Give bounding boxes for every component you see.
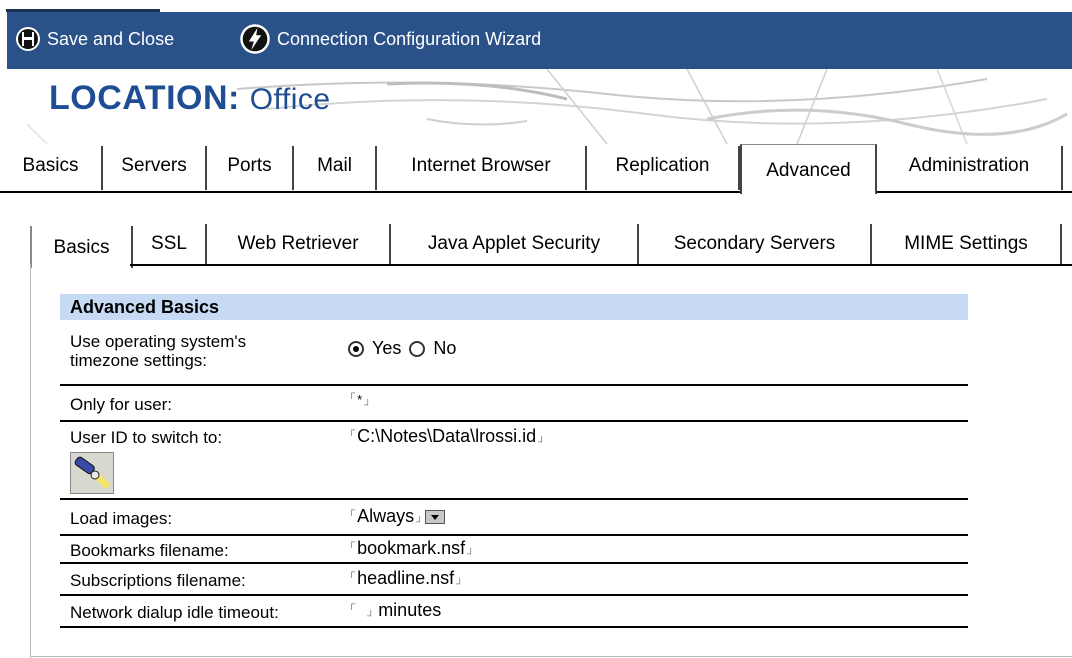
subtab-basics[interactable]: Basics bbox=[30, 226, 133, 268]
timezone-label-line1: Use operating system's bbox=[70, 332, 247, 351]
save-and-close-button[interactable]: Save and Close bbox=[15, 26, 174, 52]
user-id-label: User ID to switch to: bbox=[70, 428, 223, 447]
tab-ports[interactable]: Ports bbox=[207, 146, 294, 190]
subtab-java-applet-security[interactable]: Java Applet Security bbox=[391, 224, 639, 264]
dialup-timeout-unit: minutes bbox=[378, 600, 442, 620]
field-bracket-left: ┌ bbox=[348, 537, 356, 548]
only-for-user-row: Only for user: ┌ * ┘ bbox=[60, 386, 968, 422]
tab-replication[interactable]: Replication bbox=[587, 146, 740, 190]
content-left-border bbox=[30, 264, 31, 658]
subtab-ssl[interactable]: SSL bbox=[133, 224, 207, 264]
dialup-timeout-label: Network dialup idle timeout: bbox=[70, 603, 279, 622]
tab-administration[interactable]: Administration bbox=[877, 146, 1063, 190]
tab-mail[interactable]: Mail bbox=[294, 146, 377, 190]
chevron-down-icon[interactable] bbox=[425, 509, 446, 524]
subscriptions-row: Subscriptions filename: ┌ headline.nsf ┘ bbox=[60, 564, 968, 596]
dialup-timeout-field[interactable]: ┌ ┘ minutes bbox=[348, 599, 442, 622]
subtab-web-retriever[interactable]: Web Retriever bbox=[207, 224, 391, 264]
connection-wizard-button[interactable]: Connection Configuration Wizard bbox=[239, 24, 542, 54]
tab-internet-browser[interactable]: Internet Browser bbox=[377, 146, 587, 190]
bookmarks-label: Bookmarks filename: bbox=[70, 541, 229, 560]
content-bottom-border bbox=[30, 656, 1072, 657]
user-id-field[interactable]: ┌ C:\Notes\Data\lrossi.id ┘ bbox=[348, 425, 546, 448]
load-images-value[interactable]: Always bbox=[357, 506, 414, 527]
field-bracket-right: ┘ bbox=[367, 611, 375, 622]
user-id-value[interactable]: C:\Notes\Data\lrossi.id bbox=[357, 426, 536, 447]
dialup-timeout-row: Network dialup idle timeout: ┌ ┘ minutes bbox=[60, 596, 968, 628]
user-id-row: User ID to switch to: ┌ C:\Notes\Data\lr… bbox=[60, 422, 968, 500]
only-for-user-field[interactable]: ┌ * ┘ bbox=[348, 388, 371, 411]
tab-servers[interactable]: Servers bbox=[103, 146, 207, 190]
only-for-user-value[interactable]: * bbox=[357, 392, 362, 407]
field-bracket-right: ┘ bbox=[538, 437, 546, 448]
connection-wizard-label: Connection Configuration Wizard bbox=[277, 28, 542, 49]
load-images-row: Load images: ┌ Always ┘ bbox=[60, 500, 968, 536]
page-title: LOCATION: Office bbox=[49, 79, 331, 118]
timezone-options: Yes No bbox=[348, 338, 456, 359]
field-bracket-right: ┘ bbox=[467, 549, 475, 560]
subscriptions-label: Subscriptions filename: bbox=[70, 571, 246, 590]
section-header: Advanced Basics bbox=[60, 294, 968, 320]
field-bracket-left: ┌ bbox=[348, 599, 356, 610]
bookmarks-row: Bookmarks filename: ┌ bookmark.nsf ┘ bbox=[60, 536, 968, 564]
field-bracket-right: ┘ bbox=[416, 517, 424, 528]
lightning-bolt-icon bbox=[240, 24, 270, 54]
location-banner: LOCATION: Office bbox=[7, 69, 1072, 144]
subtab-secondary-servers[interactable]: Secondary Servers bbox=[639, 224, 872, 264]
subscriptions-field[interactable]: ┌ headline.nsf ┘ bbox=[348, 567, 464, 590]
location-title-separator: : bbox=[228, 79, 240, 117]
tab-advanced[interactable]: Advanced bbox=[740, 144, 877, 194]
load-images-label: Load images: bbox=[70, 509, 173, 528]
timezone-no-radio[interactable] bbox=[409, 340, 426, 357]
field-bracket-left: ┌ bbox=[348, 425, 356, 436]
save-and-close-label: Save and Close bbox=[47, 28, 175, 49]
field-bracket-left: ┌ bbox=[348, 505, 356, 516]
timezone-label: Use operating system's timezone settings… bbox=[70, 332, 246, 370]
field-bracket-left: ┌ bbox=[348, 388, 356, 399]
timezone-row: Use operating system's timezone settings… bbox=[60, 322, 968, 386]
location-title-prefix: LOCATION bbox=[49, 79, 229, 117]
main-tab-row: Basics Servers Ports Mail Internet Brows… bbox=[0, 144, 1072, 194]
field-bracket-right: ┘ bbox=[456, 579, 464, 590]
sub-tab-row: Basics SSL Web Retriever Java Applet Sec… bbox=[30, 220, 1072, 268]
load-images-field[interactable]: ┌ Always ┘ bbox=[348, 505, 446, 528]
action-bar: Save and Close Connection Configuration … bbox=[7, 12, 1072, 69]
field-bracket-left: ┌ bbox=[348, 567, 356, 578]
tab-basics[interactable]: Basics bbox=[0, 146, 103, 190]
timezone-yes-radio[interactable] bbox=[348, 340, 364, 357]
location-title-value: Office bbox=[249, 83, 331, 116]
flashlight-icon[interactable] bbox=[70, 452, 114, 494]
sub-tab-divider bbox=[130, 264, 1072, 266]
timezone-yes-label: Yes bbox=[372, 338, 402, 358]
subscriptions-value[interactable]: headline.nsf bbox=[357, 568, 454, 589]
timezone-label-line2: timezone settings: bbox=[70, 351, 208, 370]
timezone-no-label: No bbox=[433, 338, 457, 358]
only-for-user-label: Only for user: bbox=[70, 395, 173, 414]
field-bracket-right: ┘ bbox=[364, 400, 372, 411]
floppy-disk-icon bbox=[16, 27, 40, 51]
subtab-mime-settings[interactable]: MIME Settings bbox=[872, 224, 1062, 264]
bookmarks-value[interactable]: bookmark.nsf bbox=[357, 538, 465, 559]
bookmarks-field[interactable]: ┌ bookmark.nsf ┘ bbox=[348, 537, 475, 560]
window-top-strip bbox=[0, 0, 1072, 12]
